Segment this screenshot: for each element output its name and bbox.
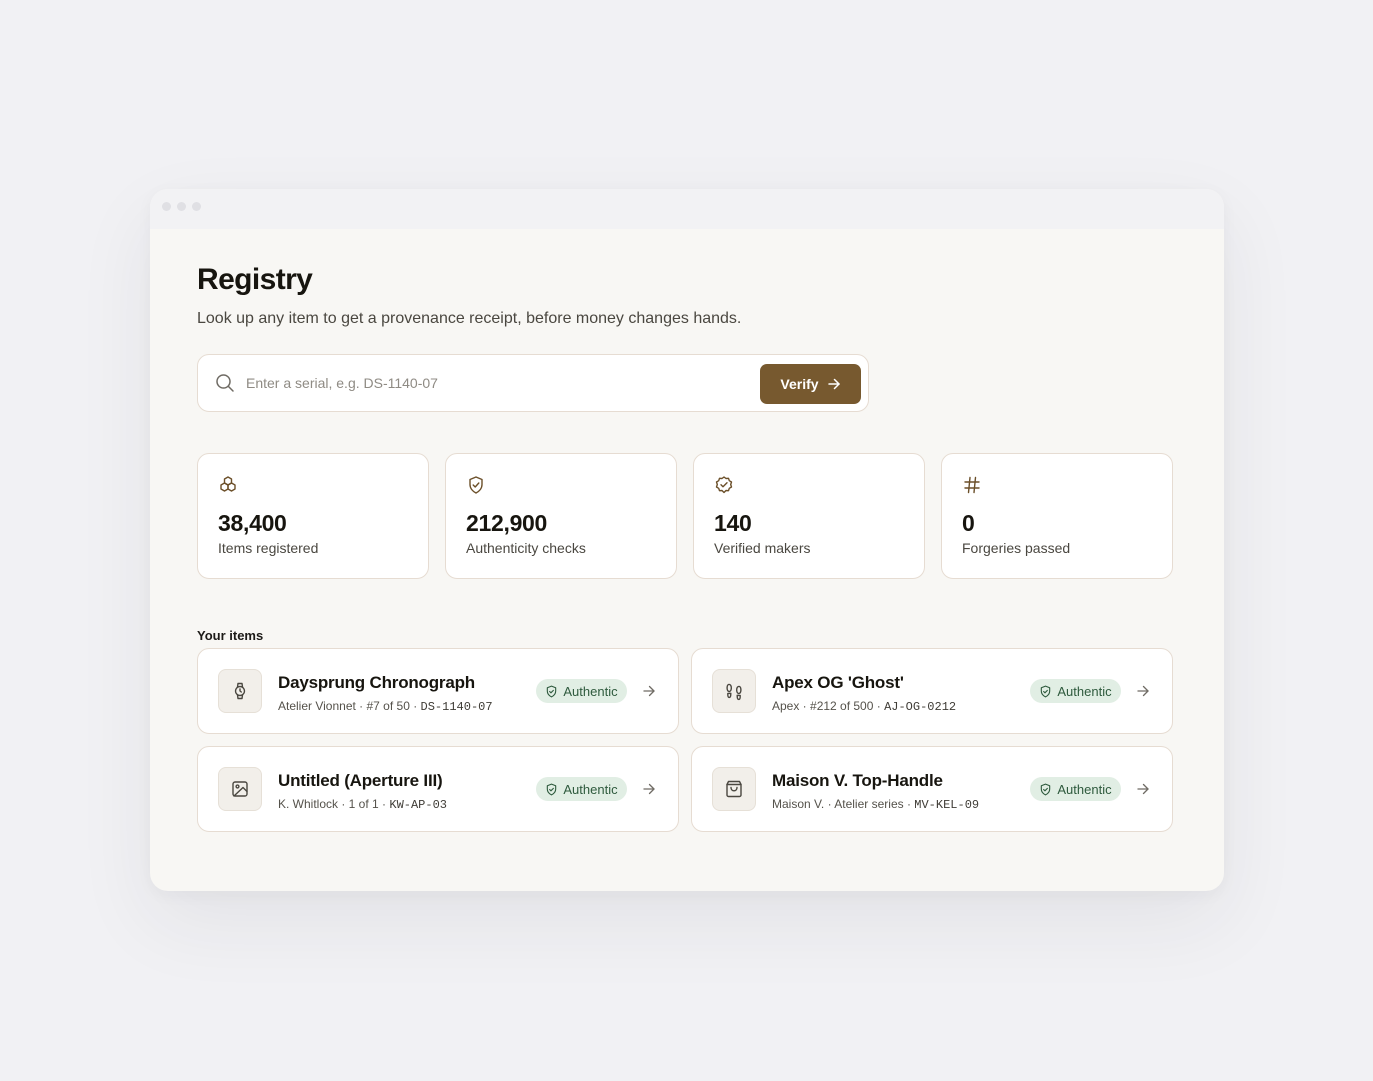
window-dot-close[interactable] bbox=[162, 202, 171, 211]
arrow-right-icon bbox=[1137, 783, 1149, 795]
stat-label: Items registered bbox=[218, 540, 319, 556]
stat-value: 212,900 bbox=[466, 510, 548, 536]
hash-icon bbox=[964, 476, 980, 494]
arrow-right-icon bbox=[643, 783, 655, 795]
serial-search-input[interactable] bbox=[246, 369, 746, 397]
item-card-untitled-aperture-iii[interactable]: Untitled (Aperture III) K. Whitlock · 1 … bbox=[197, 746, 679, 832]
item-serial: KW-AP-03 bbox=[389, 798, 447, 812]
item-thumbnail bbox=[712, 767, 756, 811]
status-badge-label: Authentic bbox=[1057, 683, 1112, 699]
item-card-daysprung-chronograph[interactable]: Daysprung Chronograph Atelier Vionnet · … bbox=[197, 648, 679, 734]
stat-card-forgeries-passed: 0 Forgeries passed bbox=[941, 453, 1173, 579]
bag-icon bbox=[726, 780, 742, 798]
item-name: Untitled (Aperture III) bbox=[278, 771, 443, 790]
page-title: Registry bbox=[197, 263, 313, 296]
image-icon bbox=[232, 781, 248, 797]
badge-check-icon bbox=[715, 476, 733, 494]
item-meta: K. Whitlock · 1 of 1 · KW-AP-03 bbox=[278, 797, 447, 812]
item-meta: Maison V. · Atelier series · MV-KEL-09 bbox=[772, 797, 979, 812]
item-thumbnail bbox=[218, 669, 262, 713]
stat-card-items-registered: 38,400 Items registered bbox=[197, 453, 429, 579]
cubes-icon bbox=[220, 476, 236, 492]
search-icon bbox=[216, 374, 234, 392]
window-titlebar bbox=[150, 189, 1224, 229]
item-name: Apex OG 'Ghost' bbox=[772, 673, 904, 692]
arrow-right-icon bbox=[643, 685, 655, 697]
shield-check-icon bbox=[547, 783, 557, 795]
verify-button[interactable]: Verify bbox=[760, 364, 861, 404]
stats-row: 38,400 Items registered 212,900 Authenti… bbox=[197, 453, 1173, 579]
footprints-icon bbox=[726, 683, 742, 701]
stat-card-authenticity-checks: 212,900 Authenticity checks bbox=[445, 453, 677, 579]
shield-check-icon bbox=[469, 476, 483, 494]
status-badge: Authentic bbox=[1030, 777, 1121, 801]
stat-card-verified-makers: 140 Verified makers bbox=[693, 453, 925, 579]
arrow-right-icon bbox=[827, 378, 840, 390]
item-meta: Atelier Vionnet · #7 of 50 · DS-1140-07 bbox=[278, 699, 493, 714]
window-dot-maximize[interactable] bbox=[192, 202, 201, 211]
status-badge: Authentic bbox=[536, 777, 627, 801]
stat-value: 140 bbox=[714, 510, 752, 536]
status-badge-label: Authentic bbox=[563, 781, 618, 797]
item-serial: MV-KEL-09 bbox=[914, 798, 980, 812]
stat-label: Verified makers bbox=[714, 540, 811, 556]
stat-label: Forgeries passed bbox=[962, 540, 1071, 556]
item-card-maison-v-top-handle[interactable]: Maison V. Top-Handle Maison V. · Atelier… bbox=[691, 746, 1173, 832]
item-thumbnail bbox=[712, 669, 756, 713]
item-name: Maison V. Top-Handle bbox=[772, 771, 943, 790]
shield-check-icon bbox=[1041, 783, 1051, 795]
status-badge: Authentic bbox=[1030, 679, 1121, 703]
window-dot-minimize[interactable] bbox=[177, 202, 186, 211]
item-card-apex-og-ghost[interactable]: Apex OG 'Ghost' Apex · #212 of 500 · AJ-… bbox=[691, 648, 1173, 734]
arrow-right-icon bbox=[1137, 685, 1149, 697]
section-title-your-items: Your items bbox=[197, 628, 264, 643]
status-badge: Authentic bbox=[536, 679, 627, 703]
item-maker: Maison V. · Atelier series · bbox=[772, 797, 915, 811]
shield-check-icon bbox=[547, 685, 557, 697]
verify-button-label: Verify bbox=[780, 376, 819, 392]
item-maker: K. Whitlock · 1 of 1 · bbox=[278, 797, 390, 811]
item-meta: Apex · #212 of 500 · AJ-OG-0212 bbox=[772, 699, 956, 714]
item-serial: DS-1140-07 bbox=[420, 700, 493, 714]
serial-search-bar: Verify bbox=[197, 354, 869, 412]
status-badge-label: Authentic bbox=[1057, 781, 1112, 797]
item-thumbnail bbox=[218, 767, 262, 811]
page-subtitle: Look up any item to get a provenance rec… bbox=[197, 310, 742, 327]
item-maker: Atelier Vionnet · #7 of 50 · bbox=[278, 699, 421, 713]
item-serial: AJ-OG-0212 bbox=[884, 700, 957, 714]
item-name: Daysprung Chronograph bbox=[278, 673, 475, 692]
shield-check-icon bbox=[1041, 685, 1051, 697]
stat-value: 38,400 bbox=[218, 510, 287, 536]
status-badge-label: Authentic bbox=[563, 683, 618, 699]
watch-icon bbox=[234, 682, 246, 700]
app-window: Registry Look up any item to get a prove… bbox=[150, 189, 1224, 891]
stat-value: 0 bbox=[962, 510, 975, 536]
stat-label: Authenticity checks bbox=[466, 540, 586, 556]
item-maker: Apex · #212 of 500 · bbox=[772, 699, 885, 713]
